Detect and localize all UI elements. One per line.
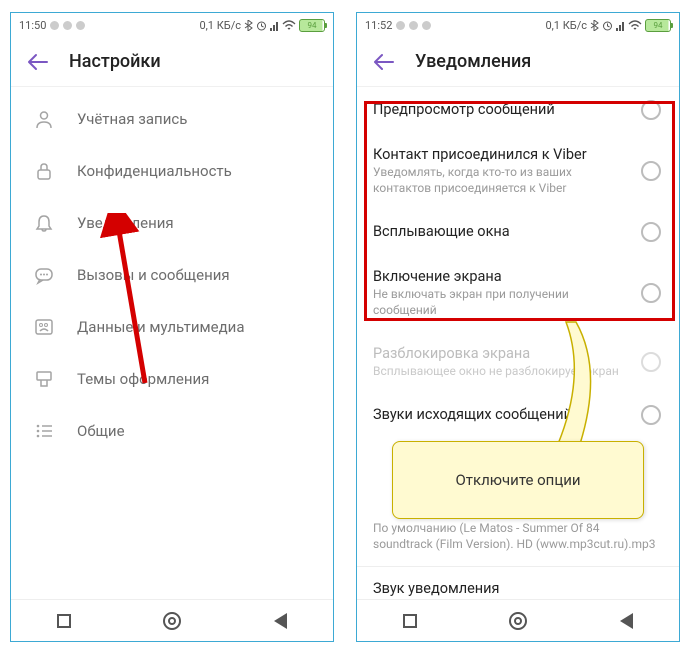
notif-item-ringtone[interactable]: По умолчанию (Le Matos - Summer Of 84 so… (357, 520, 679, 565)
settings-item-media[interactable]: Данные и мультимедиа (11, 301, 333, 353)
page-title: Настройки (69, 51, 161, 72)
status-time: 11:50 (19, 19, 46, 32)
image-icon (33, 316, 55, 338)
chat-icon (33, 264, 55, 286)
settings-item-label: Темы оформления (77, 370, 209, 388)
gear-icon (76, 21, 85, 30)
status-data: 0,1 КБ/с (545, 19, 587, 32)
signal-icon (616, 20, 625, 31)
lock-icon (33, 160, 55, 182)
bluetooth-icon (590, 20, 599, 31)
notif-item-screen-on[interactable]: Включение экрана Не включать экран при п… (357, 255, 679, 331)
notif-item-popups[interactable]: Всплывающие окна (357, 209, 679, 255)
nav-back-icon[interactable] (620, 613, 633, 629)
alarm-icon (602, 20, 613, 31)
bell-icon (33, 212, 55, 234)
header: Уведомления (357, 37, 679, 87)
status-bar: 11:50 0,1 КБ/с 94 (11, 13, 333, 37)
wifi-icon (282, 20, 296, 31)
notif-title: Звуки исходящих сообщений (373, 406, 629, 424)
radio-toggle[interactable] (641, 161, 661, 181)
gear-icon (422, 21, 431, 30)
settings-item-label: Уведомления (77, 214, 174, 232)
annotation-callout: Отключите опции (392, 441, 644, 519)
list-icon (33, 420, 55, 442)
notif-subtitle: По умолчанию (Le Matos - Summer Of 84 so… (373, 521, 661, 552)
settings-item-label: Вызовы и сообщения (77, 266, 230, 284)
notif-title: Всплывающие окна (373, 223, 629, 241)
settings-list: Учётная запись Конфиденциальность Уведом… (11, 87, 333, 463)
notif-title: Звук уведомления (373, 580, 661, 598)
notif-title: Включение экрана (373, 268, 629, 286)
brush-icon (33, 368, 55, 390)
notif-item-contact-joined[interactable]: Контакт присоединился к Viber Уведомлять… (357, 133, 679, 209)
gear-icon (50, 21, 59, 30)
notif-item-outgoing-sounds[interactable]: Звуки исходящих сообщений (357, 392, 679, 438)
settings-item-general[interactable]: Общие (11, 405, 333, 457)
alarm-icon (256, 20, 267, 31)
gear-icon (409, 21, 418, 30)
status-data: 0,1 КБ/с (199, 19, 241, 32)
nav-back-icon[interactable] (274, 613, 287, 629)
settings-item-label: Данные и мультимедиа (77, 318, 244, 336)
radio-toggle[interactable] (641, 100, 661, 120)
notif-subtitle: Уведомлять, когда кто-то из ваших контак… (373, 165, 629, 196)
notif-subtitle: Всплывающее окно не разблокирует экран (373, 364, 629, 380)
settings-item-privacy[interactable]: Конфиденциальность (11, 145, 333, 197)
signal-icon (270, 20, 279, 31)
status-time: 11:52 (365, 19, 392, 32)
settings-item-themes[interactable]: Темы оформления (11, 353, 333, 405)
radio-toggle (641, 352, 661, 372)
status-bar: 11:52 0,1 КБ/с 94 (357, 13, 679, 37)
notif-title: Разблокировка экрана (373, 345, 629, 363)
gear-icon (396, 21, 405, 30)
nav-recent-icon[interactable] (57, 614, 71, 628)
radio-toggle[interactable] (641, 222, 661, 242)
nav-recent-icon[interactable] (403, 614, 417, 628)
back-arrow-icon[interactable] (27, 53, 49, 71)
phone-notifications: 11:52 0,1 КБ/с 94 Уведомления Предпросмо… (356, 12, 680, 642)
nav-home-icon[interactable] (163, 612, 181, 630)
notif-item-unlock: Разблокировка экрана Всплывающее окно не… (357, 332, 679, 393)
notif-title: Контакт присоединился к Viber (373, 146, 629, 164)
notif-item-preview[interactable]: Предпросмотр сообщений (357, 87, 679, 133)
header: Настройки (11, 37, 333, 87)
settings-item-label: Общие (77, 422, 125, 440)
radio-toggle[interactable] (641, 405, 661, 425)
user-icon (33, 108, 55, 130)
bluetooth-icon (244, 20, 253, 31)
back-arrow-icon[interactable] (373, 53, 395, 71)
nav-bar (357, 599, 679, 641)
settings-item-calls[interactable]: Вызовы и сообщения (11, 249, 333, 301)
battery-icon: 94 (299, 19, 325, 32)
settings-item-account[interactable]: Учётная запись (11, 93, 333, 145)
radio-toggle[interactable] (641, 283, 661, 303)
settings-item-label: Учётная запись (77, 110, 187, 128)
phone-settings: 11:50 0,1 КБ/с 94 Настройки Учётная запи… (10, 12, 334, 642)
battery-icon: 94 (645, 19, 671, 32)
page-title: Уведомления (415, 51, 531, 72)
nav-home-icon[interactable] (509, 612, 527, 630)
gear-icon (63, 21, 72, 30)
settings-item-notifications[interactable]: Уведомления (11, 197, 333, 249)
settings-item-label: Конфиденциальность (77, 162, 232, 180)
notifications-list: Предпросмотр сообщений Контакт присоедин… (357, 87, 679, 611)
notif-title: Предпросмотр сообщений (373, 101, 629, 119)
nav-bar (11, 599, 333, 641)
notif-subtitle: Не включать экран при получении сообщени… (373, 287, 629, 318)
callout-text: Отключите опции (455, 471, 580, 489)
wifi-icon (628, 20, 642, 31)
